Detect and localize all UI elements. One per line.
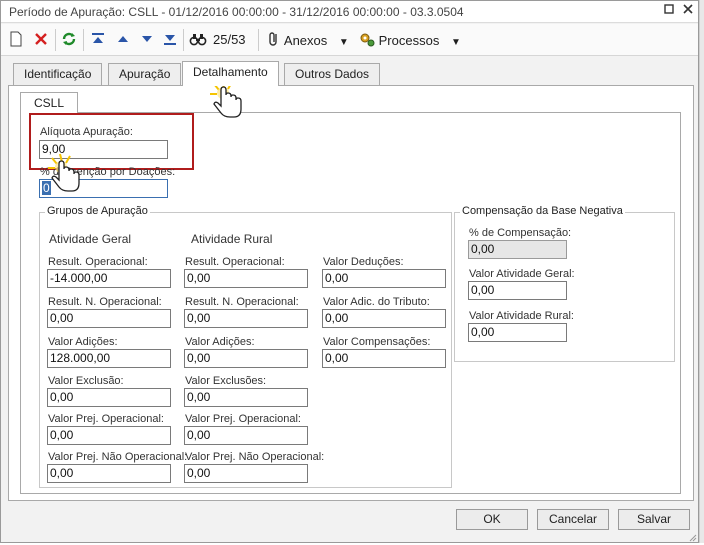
geral-prej-operacional-label: Valor Prej. Operacional: — [48, 413, 164, 425]
record-counter: 25/53 — [213, 32, 246, 47]
close-icon[interactable] — [680, 3, 696, 19]
geral-result-n-operacional-label: Result. N. Operacional: — [48, 296, 162, 308]
valor-atividade-geral-input[interactable]: 0,00 — [468, 281, 567, 300]
first-record-icon[interactable] — [91, 31, 105, 49]
rural-valor-exclusoes-input[interactable]: 0,00 — [184, 388, 308, 407]
subtab-csll[interactable]: CSLL — [20, 92, 79, 113]
geral-valor-adicoes-label: Valor Adições: — [48, 336, 118, 348]
tab-container: Identificação Apuração Detalhamento Outr… — [8, 61, 694, 501]
window-title: Período de Apuração: CSLL - 01/12/2016 0… — [9, 5, 464, 19]
rural-valor-adicoes-input[interactable]: 0,00 — [184, 349, 308, 368]
geral-result-operacional-input[interactable]: -14.000,00 — [47, 269, 171, 288]
percentual-compensacao-input: 0,00 — [468, 240, 567, 259]
valor-adic-tributo-input[interactable]: 0,00 — [322, 309, 446, 328]
hand-cursor-icon — [46, 152, 86, 199]
geral-valor-exclusao-label: Valor Exclusão: — [48, 375, 124, 387]
geral-valor-exclusao-input[interactable]: 0,00 — [47, 388, 171, 407]
delete-icon[interactable] — [34, 31, 48, 49]
dropdown-arrow-icon: ▼ — [338, 36, 349, 48]
title-bar: Período de Apuração: CSLL - 01/12/2016 0… — [1, 1, 698, 23]
rural-prej-nao-operacional-label: Valor Prej. Não Operacional: — [185, 451, 325, 463]
gears-icon — [359, 31, 375, 52]
rural-prej-operacional-label: Valor Prej. Operacional: — [185, 413, 301, 425]
valor-adic-tributo-label: Valor Adic. do Tributo: — [323, 296, 430, 308]
valor-deducoes-input[interactable]: 0,00 — [322, 269, 446, 288]
rural-result-operacional-label: Result. Operacional: — [185, 256, 285, 268]
previous-record-icon[interactable] — [116, 31, 130, 49]
toolbar: 25/53 Anexos ▼ Processos ▼ — [1, 24, 698, 56]
valor-atividade-rural-input[interactable]: 0,00 — [468, 323, 567, 342]
refresh-icon[interactable] — [61, 31, 77, 49]
valor-compensacoes-input[interactable]: 0,00 — [322, 349, 446, 368]
dialog-window: Período de Apuração: CSLL - 01/12/2016 0… — [0, 0, 699, 543]
new-document-icon[interactable] — [9, 31, 23, 49]
compensacao-title: Compensação da Base Negativa — [460, 205, 625, 217]
tab-detalhamento[interactable]: Detalhamento — [182, 61, 279, 86]
tab-outros-dados[interactable]: Outros Dados — [284, 63, 381, 85]
rural-valor-adicoes-label: Valor Adições: — [185, 336, 255, 348]
paperclip-icon — [267, 31, 281, 52]
tab-identificacao[interactable]: Identificação — [13, 63, 103, 85]
tab-page-detalhamento: CSLL Alíquota Apuração: 9,00 % de Isençã… — [8, 85, 694, 501]
geral-valor-adicoes-input[interactable]: 128.000,00 — [47, 349, 171, 368]
csll-panel: Alíquota Apuração: 9,00 % de Isenção por… — [20, 112, 681, 494]
rural-prej-nao-operacional-input[interactable]: 0,00 — [184, 464, 308, 483]
dropdown-arrow-icon: ▼ — [450, 36, 461, 48]
valor-deducoes-label: Valor Deduções: — [323, 256, 404, 268]
geral-prej-nao-operacional-input[interactable]: 0,00 — [47, 464, 171, 483]
tab-apuracao[interactable]: Apuração — [108, 63, 182, 85]
rural-result-n-operacional-input[interactable]: 0,00 — [184, 309, 308, 328]
cancel-button[interactable]: Cancelar — [537, 509, 609, 530]
background-window-edge — [699, 0, 704, 543]
valor-atividade-rural-label: Valor Atividade Rural: — [469, 310, 574, 322]
find-icon[interactable] — [189, 31, 207, 49]
geral-result-operacional-label: Result. Operacional: — [48, 256, 148, 268]
rural-prej-operacional-input[interactable]: 0,00 — [184, 426, 308, 445]
anexos-label: Anexos — [283, 32, 328, 48]
aliquota-label: Alíquota Apuração: — [40, 126, 133, 138]
valor-atividade-geral-label: Valor Atividade Geral: — [469, 268, 575, 280]
atividade-geral-title: Atividade Geral — [49, 232, 132, 246]
last-record-icon[interactable] — [163, 31, 177, 49]
processos-label: Processos — [378, 32, 440, 48]
geral-prej-nao-operacional-label: Valor Prej. Não Operacional: — [48, 451, 188, 463]
valor-compensacoes-label: Valor Compensações: — [323, 336, 431, 348]
grupos-apuracao-title: Grupos de Apuração — [45, 205, 150, 217]
save-button[interactable]: Salvar — [618, 509, 690, 530]
rural-result-n-operacional-label: Result. N. Operacional: — [185, 296, 299, 308]
percentual-compensacao-label: % de Compensação: — [469, 227, 572, 239]
maximize-icon[interactable] — [661, 3, 677, 19]
next-record-icon[interactable] — [140, 31, 154, 49]
processos-menu[interactable]: Processos ▼ — [359, 31, 461, 49]
geral-result-n-operacional-input[interactable]: 0,00 — [47, 309, 171, 328]
ok-button[interactable]: OK — [456, 509, 528, 530]
rural-valor-exclusoes-label: Valor Exclusões: — [185, 375, 267, 387]
atividade-rural-title: Atividade Rural — [191, 232, 273, 246]
geral-prej-operacional-input[interactable]: 0,00 — [47, 426, 171, 445]
rural-result-operacional-input[interactable]: 0,00 — [184, 269, 308, 288]
anexos-menu[interactable]: Anexos ▼ — [267, 31, 349, 49]
